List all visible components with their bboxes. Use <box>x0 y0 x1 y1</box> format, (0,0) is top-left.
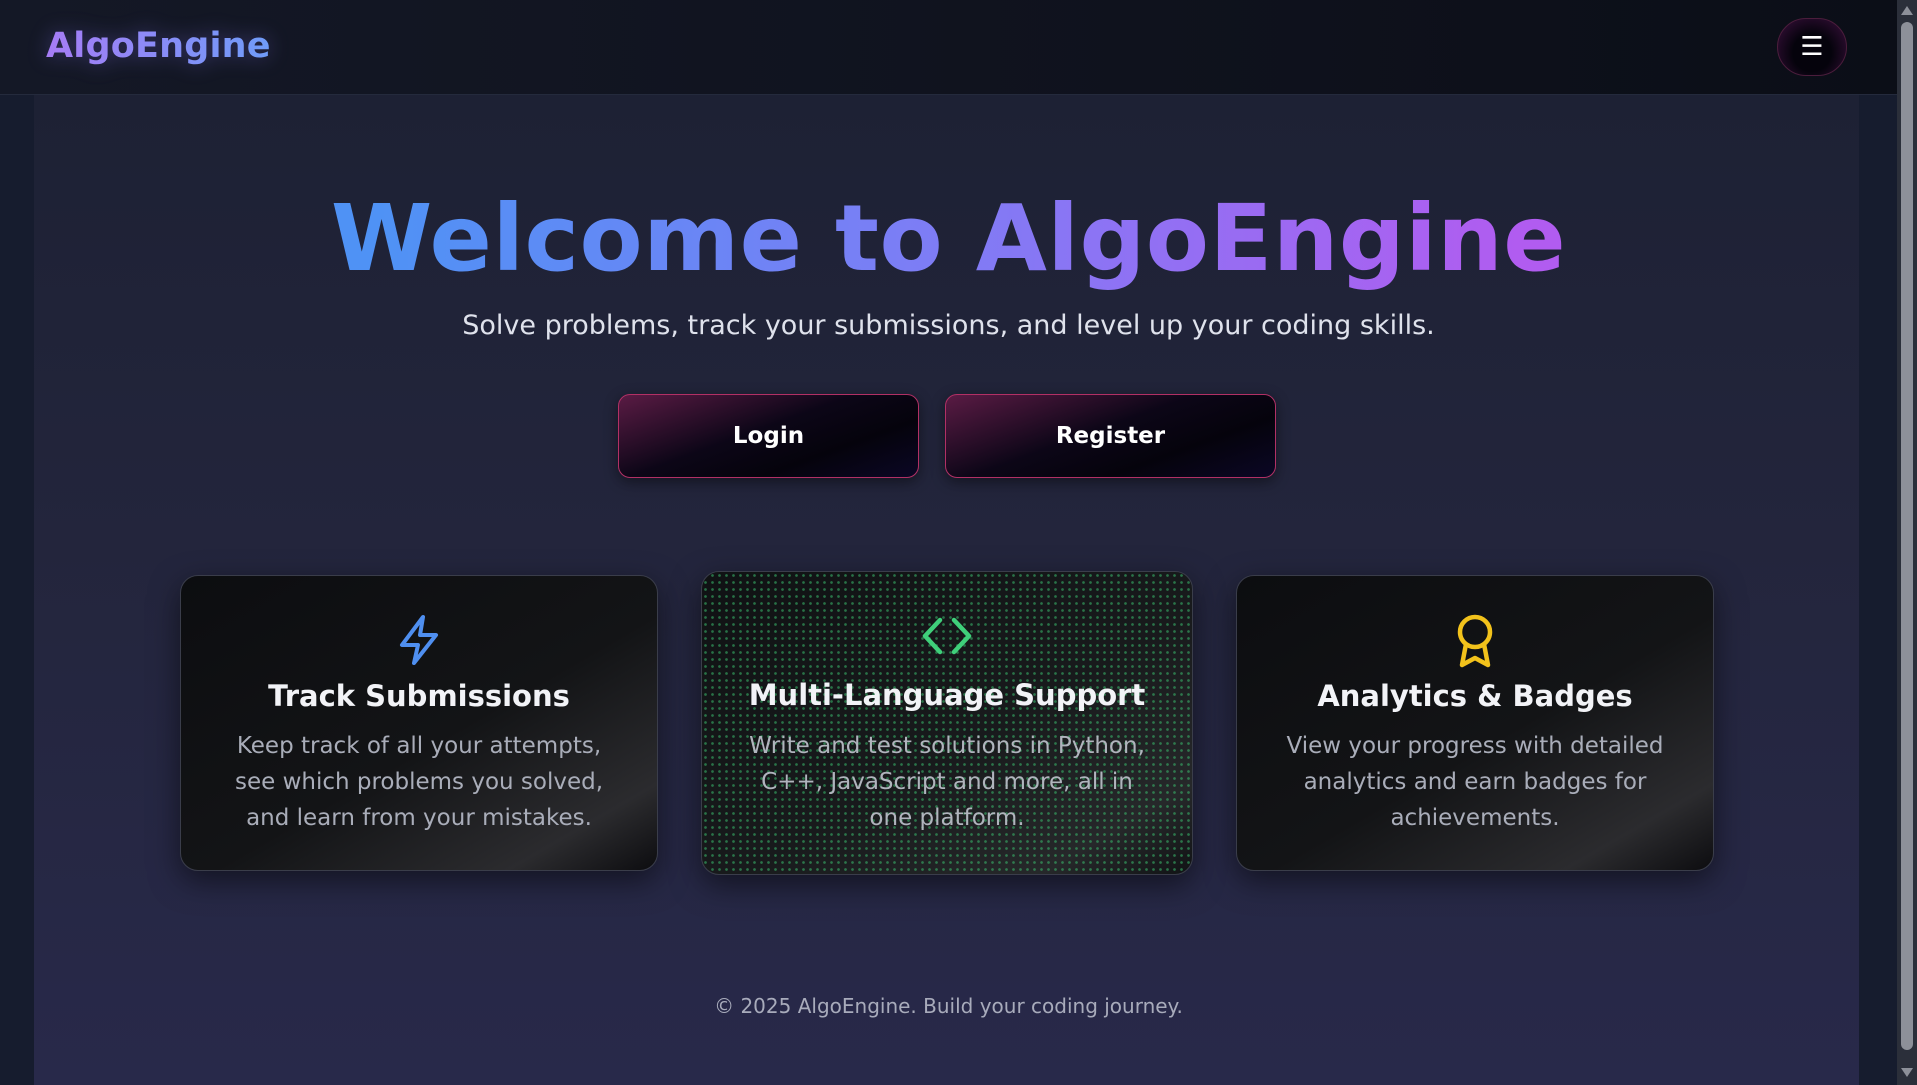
hero-title: Welcome to AlgoEngine <box>0 185 1897 292</box>
feature-card-multi-language: Multi-Language Support Write and test so… <box>701 571 1193 875</box>
feature-description: Write and test solutions in Python, C++,… <box>749 733 1145 831</box>
feature-card-track-submissions: Track Submissions Keep track of all your… <box>180 575 658 871</box>
hamburger-menu-icon: ☰ <box>1800 32 1824 62</box>
award-badge-icon <box>1457 614 1493 668</box>
feature-card-analytics-badges: Analytics & Badges View your progress wi… <box>1236 575 1714 871</box>
feature-description: Keep track of all your attempts, see whi… <box>234 733 604 831</box>
scroll-thumb[interactable] <box>1901 22 1913 1050</box>
page: AlgoEngine ☰ Welcome to AlgoEngine Solve… <box>0 0 1917 1085</box>
login-button[interactable]: Login <box>618 394 919 478</box>
register-button[interactable]: Register <box>945 394 1276 478</box>
footer-text: © 2025 AlgoEngine. Build your coding jou… <box>714 994 1183 1018</box>
feature-title: Track Submissions <box>268 679 570 713</box>
feature-description: View your progress with detailed analyti… <box>1286 733 1664 831</box>
menu-button[interactable]: ☰ <box>1777 18 1847 76</box>
logo[interactable]: AlgoEngine <box>46 26 271 66</box>
scroll-down-arrow-icon[interactable] <box>1901 1068 1913 1077</box>
code-brackets-icon <box>922 617 972 655</box>
top-navbar: AlgoEngine ☰ <box>0 0 1897 95</box>
scrollbar[interactable] <box>1897 0 1917 1085</box>
lightning-bolt-icon <box>400 615 438 665</box>
scroll-up-arrow-icon[interactable] <box>1901 6 1913 15</box>
feature-title: Analytics & Badges <box>1317 679 1633 713</box>
feature-title: Multi-Language Support <box>748 678 1146 712</box>
hero-subtitle: Solve problems, track your submissions, … <box>462 310 1435 341</box>
